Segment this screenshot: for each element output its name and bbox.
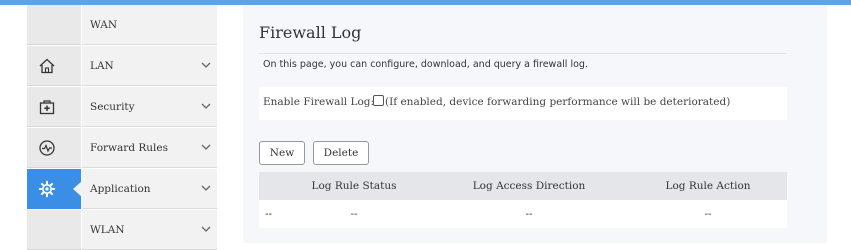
sidebar-item-label: WAN [90,19,118,31]
gear-icon [38,180,56,198]
sidebar-item-label: Application [90,183,151,195]
chevron-down-icon [201,185,211,191]
enable-firewall-log-note: (If enabled, device forwarding performan… [385,96,731,108]
enable-firewall-log-label: Enable Firewall Log: [263,96,375,108]
table-cell: -- [265,208,273,220]
new-button[interactable]: New [259,141,305,165]
table-cell: -- [704,208,712,220]
page-title: Firewall Log [259,23,362,42]
table-header: Log Rule Status Log Access Direction Log… [259,172,787,200]
column-header-log-access-direction: Log Access Direction [472,180,586,192]
chevron-down-icon [201,62,211,68]
active-indicator [73,181,82,197]
sidebar-item-application[interactable]: Application [27,169,217,209]
column-header-log-rule-action: Log Rule Action [665,180,751,192]
chevron-down-icon [201,226,211,232]
main-panel: Firewall Log On this page, you can confi… [243,5,827,243]
security-box-icon [39,100,55,115]
sidebar-item-label: Security [90,101,135,113]
table-cell: -- [525,208,533,220]
chevron-down-icon [201,103,211,109]
sidebar-icon-cell [27,5,81,45]
sidebar-item-label: WLAN [90,224,125,236]
pulse-circle-icon [39,140,55,156]
chevron-down-icon [201,144,211,150]
sidebar-item-label: Forward Rules [90,142,169,154]
sidebar-item-security[interactable]: Security [27,87,217,127]
table-row[interactable]: -- -- -- -- [259,200,787,228]
sidebar-item-label: LAN [90,60,114,72]
delete-button[interactable]: Delete [313,141,369,165]
title-divider [259,53,787,54]
enable-firewall-log-checkbox[interactable] [373,95,384,106]
sidebar: WAN LAN Security Forward Rules Applicati… [27,5,217,250]
sidebar-item-forward-rules[interactable]: Forward Rules [27,128,217,168]
column-header-log-rule-status: Log Rule Status [311,180,397,192]
sidebar-item-lan[interactable]: LAN [27,46,217,86]
table-cell: -- [350,208,358,220]
sidebar-item-wlan[interactable]: WLAN [27,210,217,250]
sidebar-item-wan[interactable]: WAN [27,5,217,45]
page-description: On this page, you can configure, downloa… [263,59,588,70]
enable-firewall-log-row: Enable Firewall Log: (If enabled, device… [259,87,787,120]
home-icon [39,58,55,74]
